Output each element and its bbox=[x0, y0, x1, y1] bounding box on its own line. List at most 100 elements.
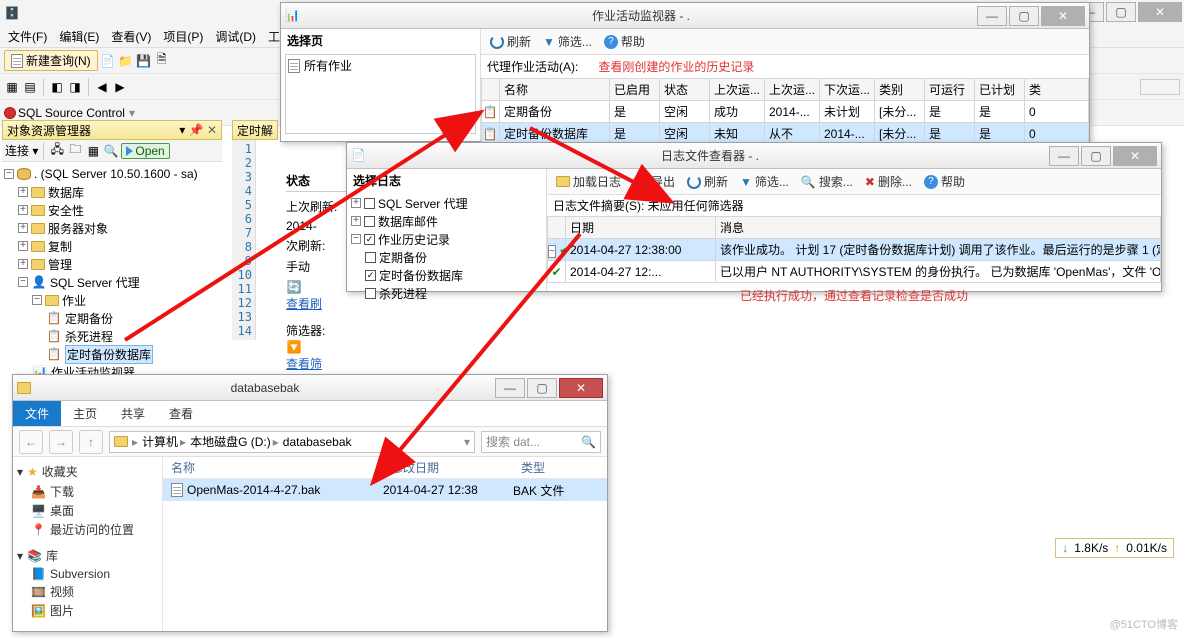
view-filter-link[interactable]: 查看筛 bbox=[286, 357, 322, 371]
explorer-sidebar[interactable]: ▾★收藏夹 📥下载 🖥️桌面 📍最近访问的位置 ▾📚库 📘Subversion … bbox=[13, 457, 163, 631]
toolbar-icon[interactable]: 🖧 bbox=[49, 143, 65, 159]
maximize-button[interactable]: ▢ bbox=[1009, 6, 1039, 26]
menu-debug[interactable]: 调试(D) bbox=[215, 28, 256, 45]
connect-dropdown[interactable]: 连接 ▾ bbox=[5, 142, 38, 159]
tab-home[interactable]: 主页 bbox=[61, 401, 109, 426]
maximize-button[interactable]: ▢ bbox=[1106, 2, 1136, 22]
col-runnable[interactable]: 可运行 bbox=[925, 79, 975, 101]
view-refresh-link[interactable]: 查看刷 bbox=[286, 297, 322, 311]
col-category[interactable]: 类别 bbox=[875, 79, 925, 101]
col-type[interactable]: 类型 bbox=[513, 457, 607, 478]
minimize-button[interactable]: — bbox=[1049, 146, 1079, 166]
help-button[interactable]: ?帮助 bbox=[599, 31, 650, 53]
minimize-button[interactable]: — bbox=[495, 378, 525, 398]
menu-view[interactable]: 查看(V) bbox=[111, 28, 151, 45]
toolbar-icon[interactable]: 🔍 bbox=[103, 143, 119, 159]
editor-tab[interactable]: 定时解 bbox=[232, 120, 278, 140]
sidebar-desktop[interactable]: 桌面 bbox=[50, 502, 74, 519]
log-grid[interactable]: 日期消息 − ✔2014-04-27 12:38:00该作业成功。 计划 17 … bbox=[547, 216, 1161, 283]
collapse-icon[interactable]: − bbox=[351, 234, 361, 244]
checkbox-checked[interactable]: ✓ bbox=[365, 270, 376, 281]
sidebar-video[interactable]: 视频 bbox=[50, 583, 74, 600]
toolbar-icon[interactable]: ▦ bbox=[85, 143, 101, 159]
help-button[interactable]: ?帮助 bbox=[919, 171, 970, 193]
tree-security[interactable]: 安全性 bbox=[48, 202, 84, 219]
expand-icon[interactable]: + bbox=[18, 187, 28, 197]
tree-job-item[interactable]: 杀死进程 bbox=[65, 328, 113, 345]
filter-icon[interactable]: 🔽 bbox=[286, 339, 302, 355]
log-tree-agent[interactable]: SQL Server 代理 bbox=[378, 195, 468, 212]
sidebar-subversion[interactable]: Subversion bbox=[50, 567, 110, 581]
checkbox[interactable] bbox=[364, 216, 375, 227]
refresh-button[interactable]: 刷新 bbox=[682, 171, 733, 193]
col-lastrun2[interactable]: 上次运... bbox=[765, 79, 820, 101]
toolbar-dropdown[interactable] bbox=[1140, 79, 1180, 95]
tree-server-objects[interactable]: 服务器对象 bbox=[48, 220, 108, 237]
log-tree-mail[interactable]: 数据库邮件 bbox=[378, 213, 438, 230]
sidebar-recent[interactable]: 最近访问的位置 bbox=[50, 521, 134, 538]
close-button[interactable]: ✕ bbox=[559, 378, 603, 398]
breadcrumb[interactable]: ▸ 计算机▸ 本地磁盘G (D:)▸ databasebak ▾ bbox=[109, 431, 475, 453]
tree-databases[interactable]: 数据库 bbox=[48, 184, 84, 201]
toolbar-icon[interactable]: 🗀 bbox=[67, 143, 83, 159]
tree-server[interactable]: . (SQL Server 10.50.1600 - sa) bbox=[34, 167, 198, 181]
close-icon[interactable]: ✕ bbox=[207, 123, 217, 137]
chevron-down-icon[interactable]: ▾ bbox=[17, 465, 23, 479]
expand-icon[interactable]: + bbox=[351, 198, 361, 208]
delete-button[interactable]: ✖删除... bbox=[860, 171, 917, 193]
close-button[interactable]: ✕ bbox=[1041, 6, 1085, 26]
log-row[interactable]: ✔2014-04-27 12:...已以用户 NT AUTHORITY\SYST… bbox=[548, 261, 1161, 283]
expand-icon[interactable]: + bbox=[18, 241, 28, 251]
log-tree-job[interactable]: 定期备份 bbox=[379, 249, 427, 266]
jobs-grid[interactable]: 名称 已启用 状态 上次运... 上次运... 下次运... 类别 可运行 已计… bbox=[481, 78, 1089, 145]
tab-share[interactable]: 共享 bbox=[109, 401, 157, 426]
collapse-icon[interactable]: − bbox=[4, 169, 14, 179]
log-tree-history[interactable]: 作业历史记录 bbox=[378, 231, 450, 248]
sidebar-libraries[interactable]: 库 bbox=[46, 547, 58, 564]
tab-file[interactable]: 文件 bbox=[13, 401, 61, 426]
tree-job-item-selected[interactable]: 定时备份数据库 bbox=[65, 345, 153, 364]
col-date[interactable]: 日期 bbox=[566, 217, 716, 239]
open-button[interactable]: Open bbox=[121, 143, 169, 159]
toolbar-icon[interactable]: ◀ bbox=[94, 79, 110, 95]
toolbar-icon[interactable]: 🗎 bbox=[154, 53, 170, 69]
refresh-icon[interactable]: 🔄 bbox=[286, 279, 302, 295]
tab-view[interactable]: 查看 bbox=[157, 401, 205, 426]
checkbox[interactable] bbox=[365, 288, 376, 299]
collapse-icon[interactable]: − bbox=[548, 245, 556, 258]
toolbar-icon[interactable]: 📄 bbox=[100, 53, 116, 69]
toolbar-icon[interactable]: 📁 bbox=[118, 53, 134, 69]
toolbar-icon[interactable]: ◧ bbox=[49, 79, 65, 95]
checkbox[interactable] bbox=[364, 198, 375, 209]
explorer-ribbon[interactable]: 文件 主页 共享 查看 bbox=[13, 401, 607, 427]
menu-file[interactable]: 文件(F) bbox=[8, 28, 47, 45]
pin-icon[interactable]: ▾ 📌 bbox=[179, 123, 203, 137]
load-log-button[interactable]: 加载日志 bbox=[551, 171, 626, 193]
new-query-button[interactable]: 新建查询(N) bbox=[4, 50, 98, 71]
sidebar-pictures[interactable]: 图片 bbox=[50, 602, 74, 619]
collapse-icon[interactable]: − bbox=[32, 295, 42, 305]
chevron-down-icon[interactable]: ▾ bbox=[129, 106, 135, 120]
col-extra[interactable]: 类 bbox=[1025, 79, 1089, 101]
tree-sql-agent[interactable]: SQL Server 代理 bbox=[50, 274, 140, 291]
tree-management[interactable]: 管理 bbox=[48, 256, 72, 273]
sidebar-favorites[interactable]: 收藏夹 bbox=[42, 463, 78, 480]
table-row[interactable]: 📋 定期备份是空闲成功2014-...未计划[未分...是是0 bbox=[482, 101, 1089, 123]
close-button[interactable]: ✕ bbox=[1113, 146, 1157, 166]
nav-forward-button[interactable]: → bbox=[49, 430, 73, 454]
filter-button[interactable]: ▼筛选... bbox=[735, 171, 794, 193]
nav-back-button[interactable]: ← bbox=[19, 430, 43, 454]
menu-project[interactable]: 项目(P) bbox=[163, 28, 203, 45]
expand-icon[interactable]: + bbox=[351, 216, 361, 226]
toolbar-icon[interactable]: ▤ bbox=[22, 79, 38, 95]
log-tree-job[interactable]: 定时备份数据库 bbox=[379, 267, 463, 284]
object-explorer-tree[interactable]: − . (SQL Server 10.50.1600 - sa) + 数据库 + 安全… bbox=[2, 162, 222, 384]
col-message[interactable]: 消息 bbox=[716, 217, 1161, 239]
col-enabled[interactable]: 已启用 bbox=[610, 79, 660, 101]
search-input[interactable]: 搜索 dat...🔍 bbox=[481, 431, 601, 453]
search-button[interactable]: 🔍搜索... bbox=[796, 171, 858, 193]
filter-button[interactable]: ▼筛选... bbox=[538, 31, 597, 53]
expand-icon[interactable]: + bbox=[18, 259, 28, 269]
chevron-down-icon[interactable]: ▾ bbox=[17, 549, 23, 563]
col-date[interactable]: 修改日期 bbox=[383, 457, 513, 478]
